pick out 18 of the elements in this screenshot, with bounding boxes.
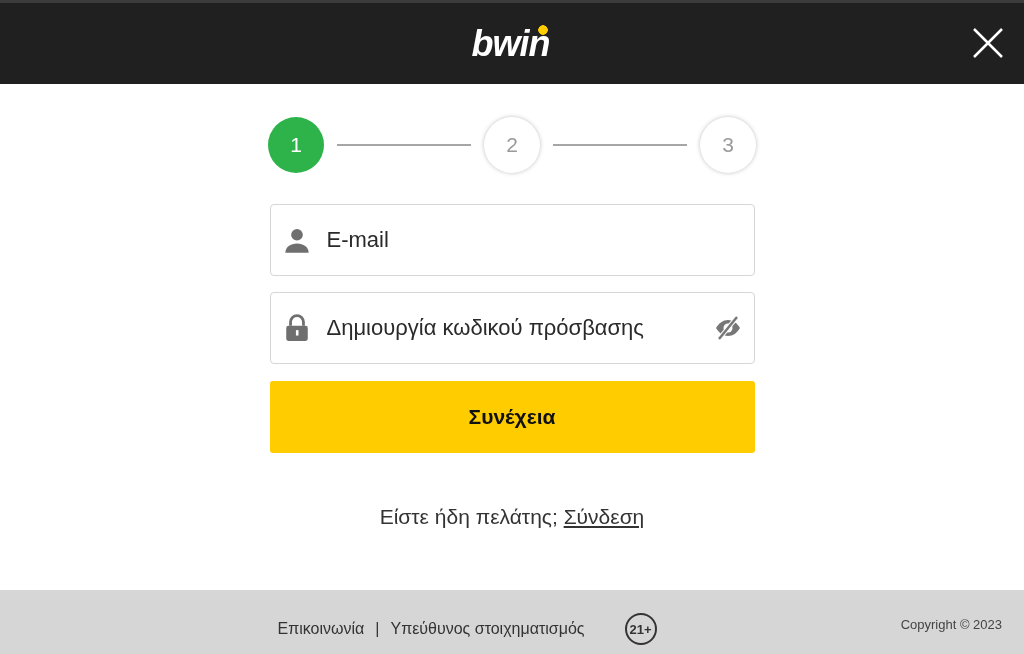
email-field[interactable]: E-mail (269, 204, 755, 276)
eye-slash-icon[interactable] (713, 316, 742, 340)
footer-link[interactable]: Επικοινωνία (277, 620, 365, 638)
person-icon (282, 226, 311, 254)
email-input[interactable]: E-mail (324, 226, 754, 254)
password-input[interactable]: Δημιουργία κωδικού πρόσβασης (324, 314, 714, 342)
age-badge: 21+ (624, 613, 657, 645)
step-circle: 2 (484, 117, 540, 173)
login-link[interactable]: Σύνδεση (563, 505, 645, 528)
copyright-text: Copyright © 2023 (900, 617, 1002, 632)
step-circle: 3 (700, 117, 756, 173)
continue-button[interactable]: Συνέχεια (269, 381, 755, 453)
password-field[interactable]: Δημιουργία κωδικού πρόσβασης (269, 292, 755, 364)
login-prompt: Είστε ήδη πελάτης; (379, 505, 558, 528)
separator: | (375, 620, 380, 638)
step-circle: 1 (268, 117, 324, 173)
footer-link[interactable]: Υπεύθυνος στοιχηματισμός (390, 620, 585, 638)
close-button[interactable] (972, 27, 1004, 59)
